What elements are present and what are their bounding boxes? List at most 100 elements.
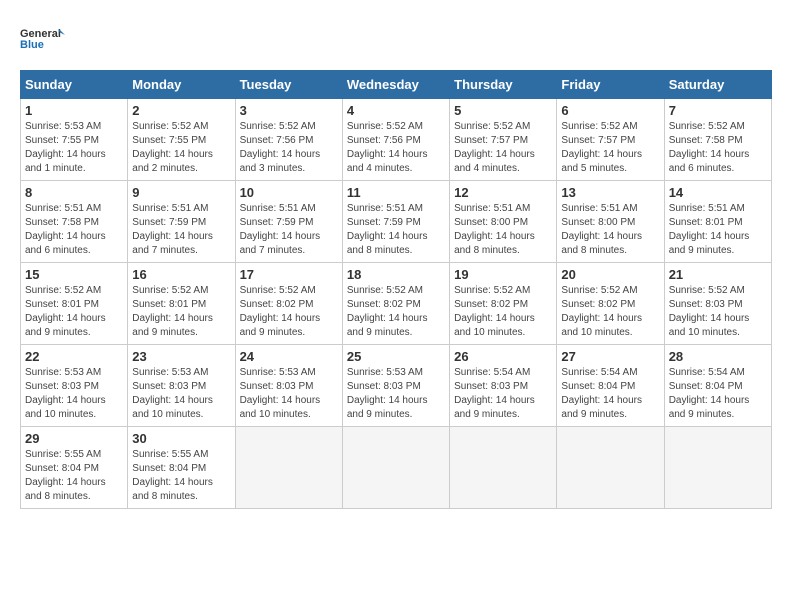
weekday-header-monday: Monday [128, 71, 235, 99]
logo: General Blue [20, 20, 65, 60]
calendar-cell: 25 Sunrise: 5:53 AM Sunset: 8:03 PM Dayl… [342, 345, 449, 427]
day-detail: Sunrise: 5:51 AM Sunset: 8:01 PM Dayligh… [669, 202, 767, 258]
calendar-cell: 19 Sunrise: 5:52 AM Sunset: 8:02 PM Dayl… [450, 263, 557, 345]
calendar-cell: 2 Sunrise: 5:52 AM Sunset: 7:55 PM Dayli… [128, 99, 235, 181]
weekday-header-wednesday: Wednesday [342, 71, 449, 99]
calendar-cell: 27 Sunrise: 5:54 AM Sunset: 8:04 PM Dayl… [557, 345, 664, 427]
calendar-cell: 28 Sunrise: 5:54 AM Sunset: 8:04 PM Dayl… [664, 345, 771, 427]
day-number: 17 [240, 267, 338, 282]
day-number: 4 [347, 103, 445, 118]
svg-text:General: General [20, 28, 61, 40]
day-number: 11 [347, 185, 445, 200]
day-number: 16 [132, 267, 230, 282]
calendar-cell [342, 427, 449, 509]
calendar-cell: 8 Sunrise: 5:51 AM Sunset: 7:58 PM Dayli… [21, 181, 128, 263]
calendar-cell: 12 Sunrise: 5:51 AM Sunset: 8:00 PM Dayl… [450, 181, 557, 263]
weekday-header-tuesday: Tuesday [235, 71, 342, 99]
day-detail: Sunrise: 5:54 AM Sunset: 8:03 PM Dayligh… [454, 366, 552, 422]
calendar-cell: 1 Sunrise: 5:53 AM Sunset: 7:55 PM Dayli… [21, 99, 128, 181]
day-detail: Sunrise: 5:51 AM Sunset: 7:59 PM Dayligh… [132, 202, 230, 258]
day-number: 7 [669, 103, 767, 118]
day-detail: Sunrise: 5:52 AM Sunset: 7:57 PM Dayligh… [561, 120, 659, 176]
calendar-cell: 5 Sunrise: 5:52 AM Sunset: 7:57 PM Dayli… [450, 99, 557, 181]
week-row-5: 29 Sunrise: 5:55 AM Sunset: 8:04 PM Dayl… [21, 427, 772, 509]
day-number: 18 [347, 267, 445, 282]
day-detail: Sunrise: 5:51 AM Sunset: 7:58 PM Dayligh… [25, 202, 123, 258]
day-detail: Sunrise: 5:54 AM Sunset: 8:04 PM Dayligh… [669, 366, 767, 422]
day-detail: Sunrise: 5:52 AM Sunset: 8:03 PM Dayligh… [669, 284, 767, 340]
day-number: 22 [25, 349, 123, 364]
calendar-cell: 11 Sunrise: 5:51 AM Sunset: 7:59 PM Dayl… [342, 181, 449, 263]
day-number: 21 [669, 267, 767, 282]
week-row-1: 1 Sunrise: 5:53 AM Sunset: 7:55 PM Dayli… [21, 99, 772, 181]
calendar-cell: 3 Sunrise: 5:52 AM Sunset: 7:56 PM Dayli… [235, 99, 342, 181]
day-detail: Sunrise: 5:52 AM Sunset: 7:56 PM Dayligh… [240, 120, 338, 176]
day-detail: Sunrise: 5:52 AM Sunset: 8:02 PM Dayligh… [347, 284, 445, 340]
calendar-cell: 23 Sunrise: 5:53 AM Sunset: 8:03 PM Dayl… [128, 345, 235, 427]
day-number: 10 [240, 185, 338, 200]
header: General Blue [20, 20, 772, 60]
day-number: 8 [25, 185, 123, 200]
calendar-cell: 16 Sunrise: 5:52 AM Sunset: 8:01 PM Dayl… [128, 263, 235, 345]
day-number: 25 [347, 349, 445, 364]
weekday-header-friday: Friday [557, 71, 664, 99]
week-row-4: 22 Sunrise: 5:53 AM Sunset: 8:03 PM Dayl… [21, 345, 772, 427]
day-detail: Sunrise: 5:52 AM Sunset: 8:02 PM Dayligh… [240, 284, 338, 340]
day-detail: Sunrise: 5:52 AM Sunset: 7:56 PM Dayligh… [347, 120, 445, 176]
day-detail: Sunrise: 5:54 AM Sunset: 8:04 PM Dayligh… [561, 366, 659, 422]
weekday-header-thursday: Thursday [450, 71, 557, 99]
day-detail: Sunrise: 5:52 AM Sunset: 8:02 PM Dayligh… [454, 284, 552, 340]
day-detail: Sunrise: 5:55 AM Sunset: 8:04 PM Dayligh… [132, 448, 230, 504]
day-number: 13 [561, 185, 659, 200]
day-detail: Sunrise: 5:53 AM Sunset: 8:03 PM Dayligh… [25, 366, 123, 422]
week-row-2: 8 Sunrise: 5:51 AM Sunset: 7:58 PM Dayli… [21, 181, 772, 263]
calendar-cell: 22 Sunrise: 5:53 AM Sunset: 8:03 PM Dayl… [21, 345, 128, 427]
day-detail: Sunrise: 5:53 AM Sunset: 8:03 PM Dayligh… [132, 366, 230, 422]
calendar-cell: 17 Sunrise: 5:52 AM Sunset: 8:02 PM Dayl… [235, 263, 342, 345]
day-detail: Sunrise: 5:53 AM Sunset: 7:55 PM Dayligh… [25, 120, 123, 176]
calendar-cell: 18 Sunrise: 5:52 AM Sunset: 8:02 PM Dayl… [342, 263, 449, 345]
day-number: 19 [454, 267, 552, 282]
day-number: 6 [561, 103, 659, 118]
day-detail: Sunrise: 5:51 AM Sunset: 7:59 PM Dayligh… [347, 202, 445, 258]
day-detail: Sunrise: 5:52 AM Sunset: 8:01 PM Dayligh… [132, 284, 230, 340]
day-detail: Sunrise: 5:53 AM Sunset: 8:03 PM Dayligh… [240, 366, 338, 422]
calendar-cell: 15 Sunrise: 5:52 AM Sunset: 8:01 PM Dayl… [21, 263, 128, 345]
day-number: 30 [132, 431, 230, 446]
calendar-cell: 21 Sunrise: 5:52 AM Sunset: 8:03 PM Dayl… [664, 263, 771, 345]
calendar-cell: 24 Sunrise: 5:53 AM Sunset: 8:03 PM Dayl… [235, 345, 342, 427]
calendar-cell [664, 427, 771, 509]
calendar-cell [557, 427, 664, 509]
day-number: 9 [132, 185, 230, 200]
day-number: 12 [454, 185, 552, 200]
calendar-cell [450, 427, 557, 509]
weekday-header-saturday: Saturday [664, 71, 771, 99]
day-number: 5 [454, 103, 552, 118]
day-number: 20 [561, 267, 659, 282]
day-detail: Sunrise: 5:52 AM Sunset: 7:57 PM Dayligh… [454, 120, 552, 176]
calendar-cell: 30 Sunrise: 5:55 AM Sunset: 8:04 PM Dayl… [128, 427, 235, 509]
day-number: 2 [132, 103, 230, 118]
calendar-cell: 10 Sunrise: 5:51 AM Sunset: 7:59 PM Dayl… [235, 181, 342, 263]
calendar-cell: 4 Sunrise: 5:52 AM Sunset: 7:56 PM Dayli… [342, 99, 449, 181]
weekday-header-row: SundayMondayTuesdayWednesdayThursdayFrid… [21, 71, 772, 99]
day-number: 29 [25, 431, 123, 446]
day-number: 28 [669, 349, 767, 364]
calendar-cell: 9 Sunrise: 5:51 AM Sunset: 7:59 PM Dayli… [128, 181, 235, 263]
day-detail: Sunrise: 5:51 AM Sunset: 7:59 PM Dayligh… [240, 202, 338, 258]
day-number: 14 [669, 185, 767, 200]
day-detail: Sunrise: 5:52 AM Sunset: 7:55 PM Dayligh… [132, 120, 230, 176]
logo-svg: General Blue [20, 20, 65, 60]
day-number: 23 [132, 349, 230, 364]
calendar-cell: 13 Sunrise: 5:51 AM Sunset: 8:00 PM Dayl… [557, 181, 664, 263]
day-detail: Sunrise: 5:53 AM Sunset: 8:03 PM Dayligh… [347, 366, 445, 422]
calendar-cell [235, 427, 342, 509]
svg-text:Blue: Blue [20, 39, 44, 51]
day-number: 27 [561, 349, 659, 364]
day-detail: Sunrise: 5:52 AM Sunset: 7:58 PM Dayligh… [669, 120, 767, 176]
calendar-cell: 6 Sunrise: 5:52 AM Sunset: 7:57 PM Dayli… [557, 99, 664, 181]
day-number: 24 [240, 349, 338, 364]
day-detail: Sunrise: 5:55 AM Sunset: 8:04 PM Dayligh… [25, 448, 123, 504]
weekday-header-sunday: Sunday [21, 71, 128, 99]
calendar-cell: 14 Sunrise: 5:51 AM Sunset: 8:01 PM Dayl… [664, 181, 771, 263]
